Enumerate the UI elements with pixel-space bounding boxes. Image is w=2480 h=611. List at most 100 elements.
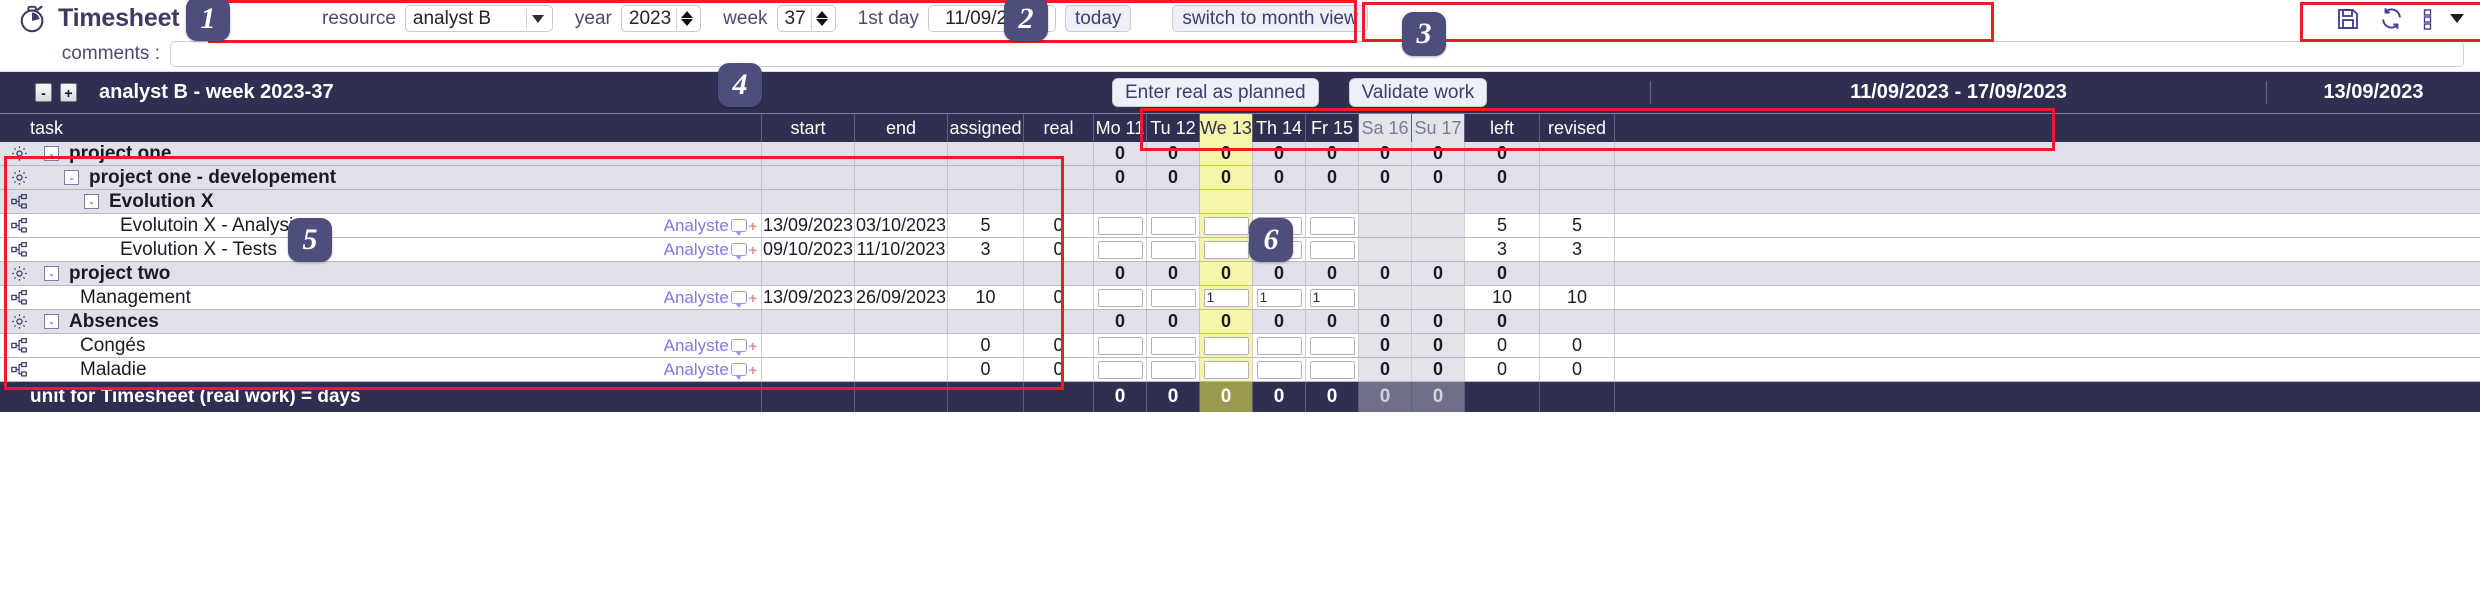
row-start-cell[interactable] xyxy=(762,142,855,165)
row-day-cell-0[interactable] xyxy=(1094,334,1147,357)
more-options-icon[interactable] xyxy=(2421,6,2433,32)
spinner-up-icon[interactable] xyxy=(681,11,694,18)
row-revised-cell[interactable] xyxy=(1540,166,1615,189)
day-input[interactable] xyxy=(1203,240,1249,259)
row-task-cell[interactable]: - project one xyxy=(0,142,762,165)
row-day-cell-2[interactable] xyxy=(1200,238,1253,261)
row-real-cell[interactable] xyxy=(1024,142,1094,165)
row-day-cell-1[interactable]: 0 xyxy=(1147,166,1200,189)
row-day-cell-6[interactable] xyxy=(1412,190,1465,213)
row-day-cell-6[interactable] xyxy=(1412,214,1465,237)
table-row[interactable]: - project one 0 0 0 0 0 0 0 0 xyxy=(0,142,2480,166)
day-input[interactable] xyxy=(1150,360,1196,379)
row-start-cell[interactable] xyxy=(762,310,855,333)
row-end-cell[interactable] xyxy=(855,310,948,333)
row-start-cell[interactable] xyxy=(762,166,855,189)
day-input[interactable] xyxy=(1097,216,1143,235)
row-real-cell[interactable] xyxy=(1024,166,1094,189)
column-header-task[interactable]: task xyxy=(0,114,762,142)
row-day-cell-0[interactable]: 0 xyxy=(1094,142,1147,165)
row-day-cell-6[interactable]: 0 xyxy=(1412,334,1465,357)
comment-bubble-icon[interactable] xyxy=(730,243,747,260)
row-end-cell[interactable] xyxy=(855,142,948,165)
row-assigned-cell[interactable]: 0 xyxy=(948,334,1024,357)
row-task-cell[interactable]: Congés Analyste + xyxy=(0,334,762,357)
day-input[interactable] xyxy=(1150,240,1196,259)
row-day-cell-0[interactable]: 0 xyxy=(1094,262,1147,285)
row-left-cell[interactable]: 10 xyxy=(1465,286,1540,309)
day-input[interactable] xyxy=(1150,336,1196,355)
row-revised-cell[interactable]: 3 xyxy=(1540,238,1615,261)
row-task-cell[interactable]: - Absences xyxy=(0,310,762,333)
row-day-cell-2[interactable]: 0 xyxy=(1200,166,1253,189)
column-header-day-0[interactable]: Mo 11 xyxy=(1094,114,1147,142)
row-toggle-button[interactable]: - xyxy=(84,194,99,209)
row-toggle-button[interactable]: - xyxy=(44,146,59,161)
row-day-cell-4[interactable] xyxy=(1306,238,1359,261)
switch-to-month-view-button[interactable]: switch to month view xyxy=(1172,5,1368,32)
row-real-cell[interactable]: 0 xyxy=(1024,286,1094,309)
row-toggle-button[interactable]: - xyxy=(64,170,79,185)
row-day-cell-1[interactable]: 0 xyxy=(1147,262,1200,285)
column-header-real[interactable]: real xyxy=(1024,114,1094,142)
table-row[interactable]: - Absences 0 0 0 0 0 0 0 0 xyxy=(0,310,2480,334)
row-assigned-cell[interactable] xyxy=(948,310,1024,333)
row-day-cell-5[interactable]: 0 xyxy=(1359,262,1412,285)
row-day-cell-6[interactable] xyxy=(1412,238,1465,261)
row-day-cell-3[interactable] xyxy=(1253,190,1306,213)
row-day-cell-0[interactable] xyxy=(1094,358,1147,381)
row-left-cell[interactable]: 0 xyxy=(1465,310,1540,333)
row-revised-cell[interactable] xyxy=(1540,262,1615,285)
row-day-cell-4[interactable]: 0 xyxy=(1306,310,1359,333)
column-header-start[interactable]: start xyxy=(762,114,855,142)
row-revised-cell[interactable]: 0 xyxy=(1540,334,1615,357)
collapse-all-button[interactable]: - xyxy=(35,83,52,102)
row-start-cell[interactable]: 09/10/2023 xyxy=(762,238,855,261)
row-end-cell[interactable] xyxy=(855,166,948,189)
row-assigned-cell[interactable]: 3 xyxy=(948,238,1024,261)
save-icon[interactable] xyxy=(2335,6,2361,32)
row-day-cell-1[interactable]: 0 xyxy=(1147,142,1200,165)
row-day-cell-4[interactable] xyxy=(1306,214,1359,237)
row-end-cell[interactable] xyxy=(855,190,948,213)
chevron-down-icon[interactable] xyxy=(2450,6,2464,32)
row-revised-cell[interactable]: 0 xyxy=(1540,358,1615,381)
row-left-cell[interactable]: 0 xyxy=(1465,262,1540,285)
row-day-cell-5[interactable] xyxy=(1359,214,1412,237)
comment-bubble-icon[interactable] xyxy=(730,339,747,356)
day-input[interactable] xyxy=(1203,336,1249,355)
spinner-down-icon[interactable] xyxy=(681,19,694,26)
row-day-cell-2[interactable]: 0 xyxy=(1200,310,1253,333)
row-day-cell-5[interactable]: 0 xyxy=(1359,166,1412,189)
day-input[interactable] xyxy=(1309,240,1355,259)
row-task-cell[interactable]: Management Analyste + xyxy=(0,286,762,309)
row-day-cell-5[interactable]: 0 xyxy=(1359,358,1412,381)
column-header-left[interactable]: left xyxy=(1465,114,1540,142)
row-assigned-cell[interactable]: 5 xyxy=(948,214,1024,237)
comments-input[interactable] xyxy=(170,41,2464,67)
row-day-cell-6[interactable]: 0 xyxy=(1412,358,1465,381)
day-input[interactable] xyxy=(1309,336,1355,355)
row-assignee[interactable]: Analyste + xyxy=(664,360,761,380)
table-row[interactable]: - project one - developement 0 0 0 0 0 0 0 0 xyxy=(0,166,2480,190)
table-row[interactable]: Management Analyste +13/09/2023 26/09/2023 1… xyxy=(0,286,2480,310)
row-day-cell-5[interactable]: 0 xyxy=(1359,142,1412,165)
row-day-cell-3[interactable]: 0 xyxy=(1253,262,1306,285)
row-revised-cell[interactable]: 10 xyxy=(1540,286,1615,309)
spinner-down-icon[interactable] xyxy=(815,19,828,26)
column-header-day-3[interactable]: Th 14 xyxy=(1253,114,1306,142)
row-revised-cell[interactable] xyxy=(1540,190,1615,213)
row-left-cell[interactable]: 0 xyxy=(1465,358,1540,381)
row-day-cell-6[interactable]: 0 xyxy=(1412,310,1465,333)
row-left-cell[interactable]: 0 xyxy=(1465,334,1540,357)
resource-select[interactable]: analyst B xyxy=(404,5,553,32)
row-revised-cell[interactable]: 5 xyxy=(1540,214,1615,237)
column-header-end[interactable]: end xyxy=(855,114,948,142)
row-start-cell[interactable]: 13/09/2023 xyxy=(762,214,855,237)
row-day-cell-2[interactable]: 1 xyxy=(1200,286,1253,309)
day-input[interactable] xyxy=(1097,288,1143,307)
row-assigned-cell[interactable]: 10 xyxy=(948,286,1024,309)
row-end-cell[interactable] xyxy=(855,262,948,285)
comment-bubble-icon[interactable] xyxy=(730,219,747,236)
add-assignee-icon[interactable]: + xyxy=(749,290,757,306)
